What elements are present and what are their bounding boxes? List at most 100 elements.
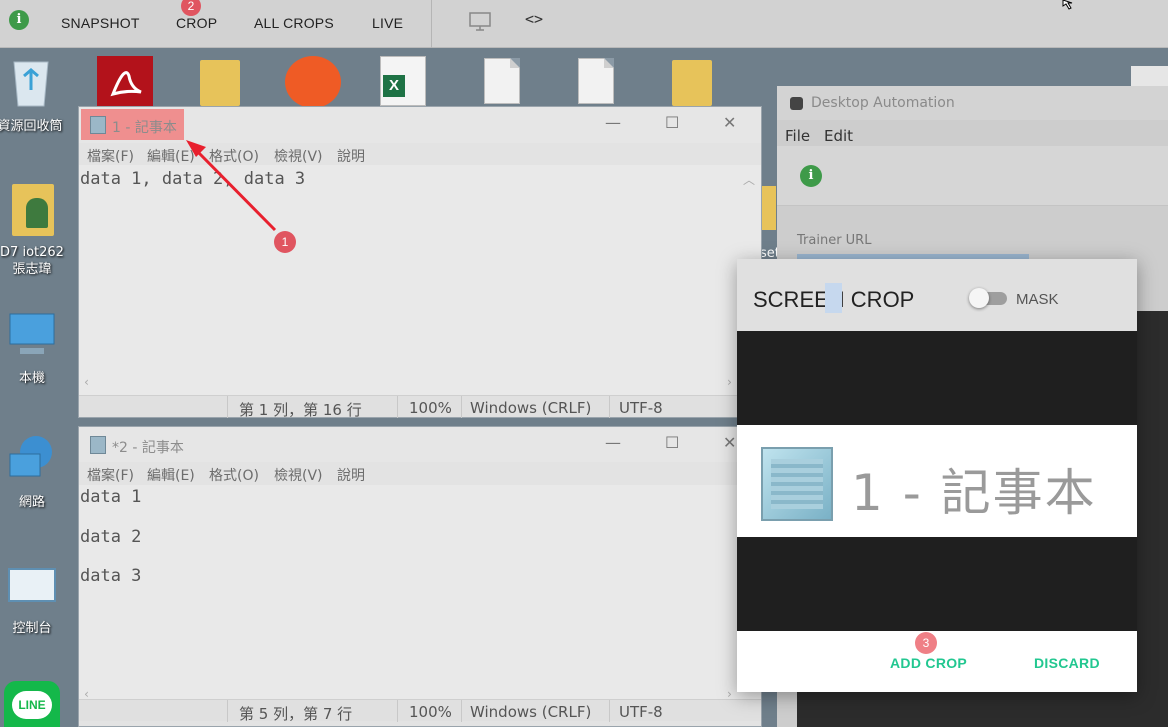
step-3-badge: 3 [915,632,937,654]
line-app-icon[interactable]: LINE [4,681,60,727]
notepad-2-statusbar: 第 5 列，第 7 行 100% Windows (CRLF) UTF-8 [79,699,761,723]
user-folder-label-line1: D7 iot262 [0,245,64,260]
text-line: data 1 [80,487,142,507]
dialog-header: SCREEN CROP MASK [737,259,1137,331]
excel-file-icon[interactable]: X [380,56,426,106]
scroll-right-icon[interactable]: › [726,375,733,389]
control-panel-icon[interactable] [8,568,56,602]
add-crop-button[interactable]: ADD CROP [890,655,967,671]
text-selection-highlight [825,283,842,313]
text-line: data 3 [80,566,142,586]
scroll-up-icon[interactable]: ︿ [743,171,755,188]
menu-file[interactable]: 檔案(F) [87,465,134,485]
notepad-icon [90,436,106,454]
user-folder-label-line2: 張志瑋 [12,262,52,277]
notepad-1-titlebar[interactable]: 1 - 記事本 — ☐ ✕ [79,107,761,143]
this-pc-icon[interactable] [6,310,58,362]
menu-file[interactable]: 檔案(F) [87,146,134,166]
all-crops-button[interactable]: ALL CROPS [254,15,334,31]
notepad-2-menubar: 檔案(F) 編輯(E) 格式(O) 檢視(V) 說明 [79,462,761,484]
maximize-icon[interactable]: ☐ [665,433,679,452]
top-toolbar: i SNAPSHOT CROP 2 ALL CROPS LIVE <> [0,0,1168,48]
menu-edit[interactable]: 編輯(E) [147,465,195,485]
screen-crop-dialog: SCREEN CROP MASK 1 - 記事本 ADD CROP DISCAR… [737,259,1137,692]
app-icon [790,97,803,110]
encoding: UTF-8 [619,399,663,417]
notepad-window-2[interactable]: *2 - 記事本 — ☐ ✕ 檔案(F) 編輯(E) 格式(O) 檢視(V) 說… [78,426,762,727]
desktop-automation-title: Desktop Automation [811,95,955,111]
network-icon[interactable] [6,432,58,484]
menu-file[interactable]: File [785,127,810,145]
cropped-image: 1 - 記事本 [737,425,1137,537]
snapshot-button[interactable]: SNAPSHOT [61,15,140,31]
minimize-icon[interactable]: — [605,433,621,452]
info-icon[interactable]: i [800,165,822,187]
notepad-2-text-area[interactable]: data 1 data 2 data 3 ‹ › [79,485,761,705]
maximize-icon[interactable]: ☐ [665,113,679,132]
desktop-automation-titlebar[interactable]: Desktop Automation [777,86,1168,120]
close-icon[interactable]: ✕ [723,113,736,132]
menu-edit[interactable]: Edit [824,127,853,145]
notepad-1-menubar: 檔案(F) 編輯(E) 格式(O) 檢視(V) 說明 [79,143,761,165]
desktop-automation-toolbar: i [777,146,1168,206]
notepad-icon [90,116,106,134]
cropped-title-text: 1 - 記事本 [851,464,1097,522]
live-button[interactable]: LIVE [372,15,403,31]
user-folder-icon[interactable] [12,184,54,236]
menu-view[interactable]: 檢視(V) [274,465,323,485]
line-ending: Windows (CRLF) [470,703,592,721]
mask-label: MASK [1016,291,1059,308]
menu-edit[interactable]: 編輯(E) [147,146,195,166]
trainer-url-label: Trainer URL [797,233,872,248]
menu-help[interactable]: 說明 [337,146,365,166]
close-icon[interactable]: ✕ [723,433,736,452]
notepad-2-title: *2 - 記事本 [112,440,184,456]
control-panel-label: 控制台 [12,621,52,636]
notepad-1-text-area[interactable]: data 1, data 2, data 3 ︿ ‹ › [79,165,761,395]
crop-button[interactable]: CROP [176,15,217,31]
zoom-level: 100% [409,399,452,417]
line-app-label: LINE [12,691,52,719]
mask-toggle-knob[interactable] [969,288,989,308]
notepad-window-1[interactable]: 1 - 記事本 — ☐ ✕ 檔案(F) 編輯(E) 格式(O) 檢視(V) 說明… [78,106,762,419]
folder-icon-2[interactable] [672,60,712,106]
recycle-bin-icon[interactable] [8,56,54,110]
network-label: 網路 [18,495,45,510]
notepad-1-title: 1 - 記事本 [112,120,177,136]
line-ending: Windows (CRLF) [470,399,592,417]
info-icon[interactable]: i [9,10,29,30]
menu-format[interactable]: 格式(O) [209,146,259,166]
crop-preview: 1 - 記事本 [737,331,1137,631]
dialog-actions: ADD CROP DISCARD [737,631,1137,692]
menu-format[interactable]: 格式(O) [209,465,259,485]
document-file-icon[interactable] [484,58,520,104]
mouse-cursor-icon [1062,0,1073,10]
minimize-icon[interactable]: — [605,113,621,132]
this-pc-label: 本機 [18,371,45,386]
discard-button[interactable]: DISCARD [1034,655,1100,671]
text-line: data 1, data 2, data 3 [80,169,306,189]
text-line: data 2 [80,527,142,547]
cursor-position: 第 1 列，第 16 行 [239,401,362,419]
encoding: UTF-8 [619,703,663,721]
screen-icon[interactable] [469,12,491,32]
crop-step-badge: 2 [181,0,201,16]
toolbar-divider [431,0,432,48]
notepad-icon [761,447,833,521]
document-file-icon-2[interactable] [578,58,614,104]
partial-folder-icon [762,186,776,230]
scroll-left-icon[interactable]: ‹ [83,375,90,389]
pdf-app-icon[interactable] [97,56,153,108]
menu-help[interactable]: 說明 [337,465,365,485]
notepad-2-titlebar[interactable]: *2 - 記事本 — ☐ ✕ [79,427,761,463]
code-icon[interactable]: <> [525,10,543,28]
user-folder-label: D7 iot262 張志瑋 [0,244,72,278]
menu-view[interactable]: 檢視(V) [274,146,323,166]
postman-app-icon[interactable] [285,56,341,108]
folder-icon[interactable] [200,60,240,106]
notepad-1-statusbar: 第 1 列，第 16 行 100% Windows (CRLF) UTF-8 [79,395,761,419]
zoom-level: 100% [409,703,452,721]
recycle-bin-label: 資源回收筒 [0,119,63,134]
cursor-position: 第 5 列，第 7 行 [239,705,353,723]
step-1-badge: 1 [274,231,296,253]
